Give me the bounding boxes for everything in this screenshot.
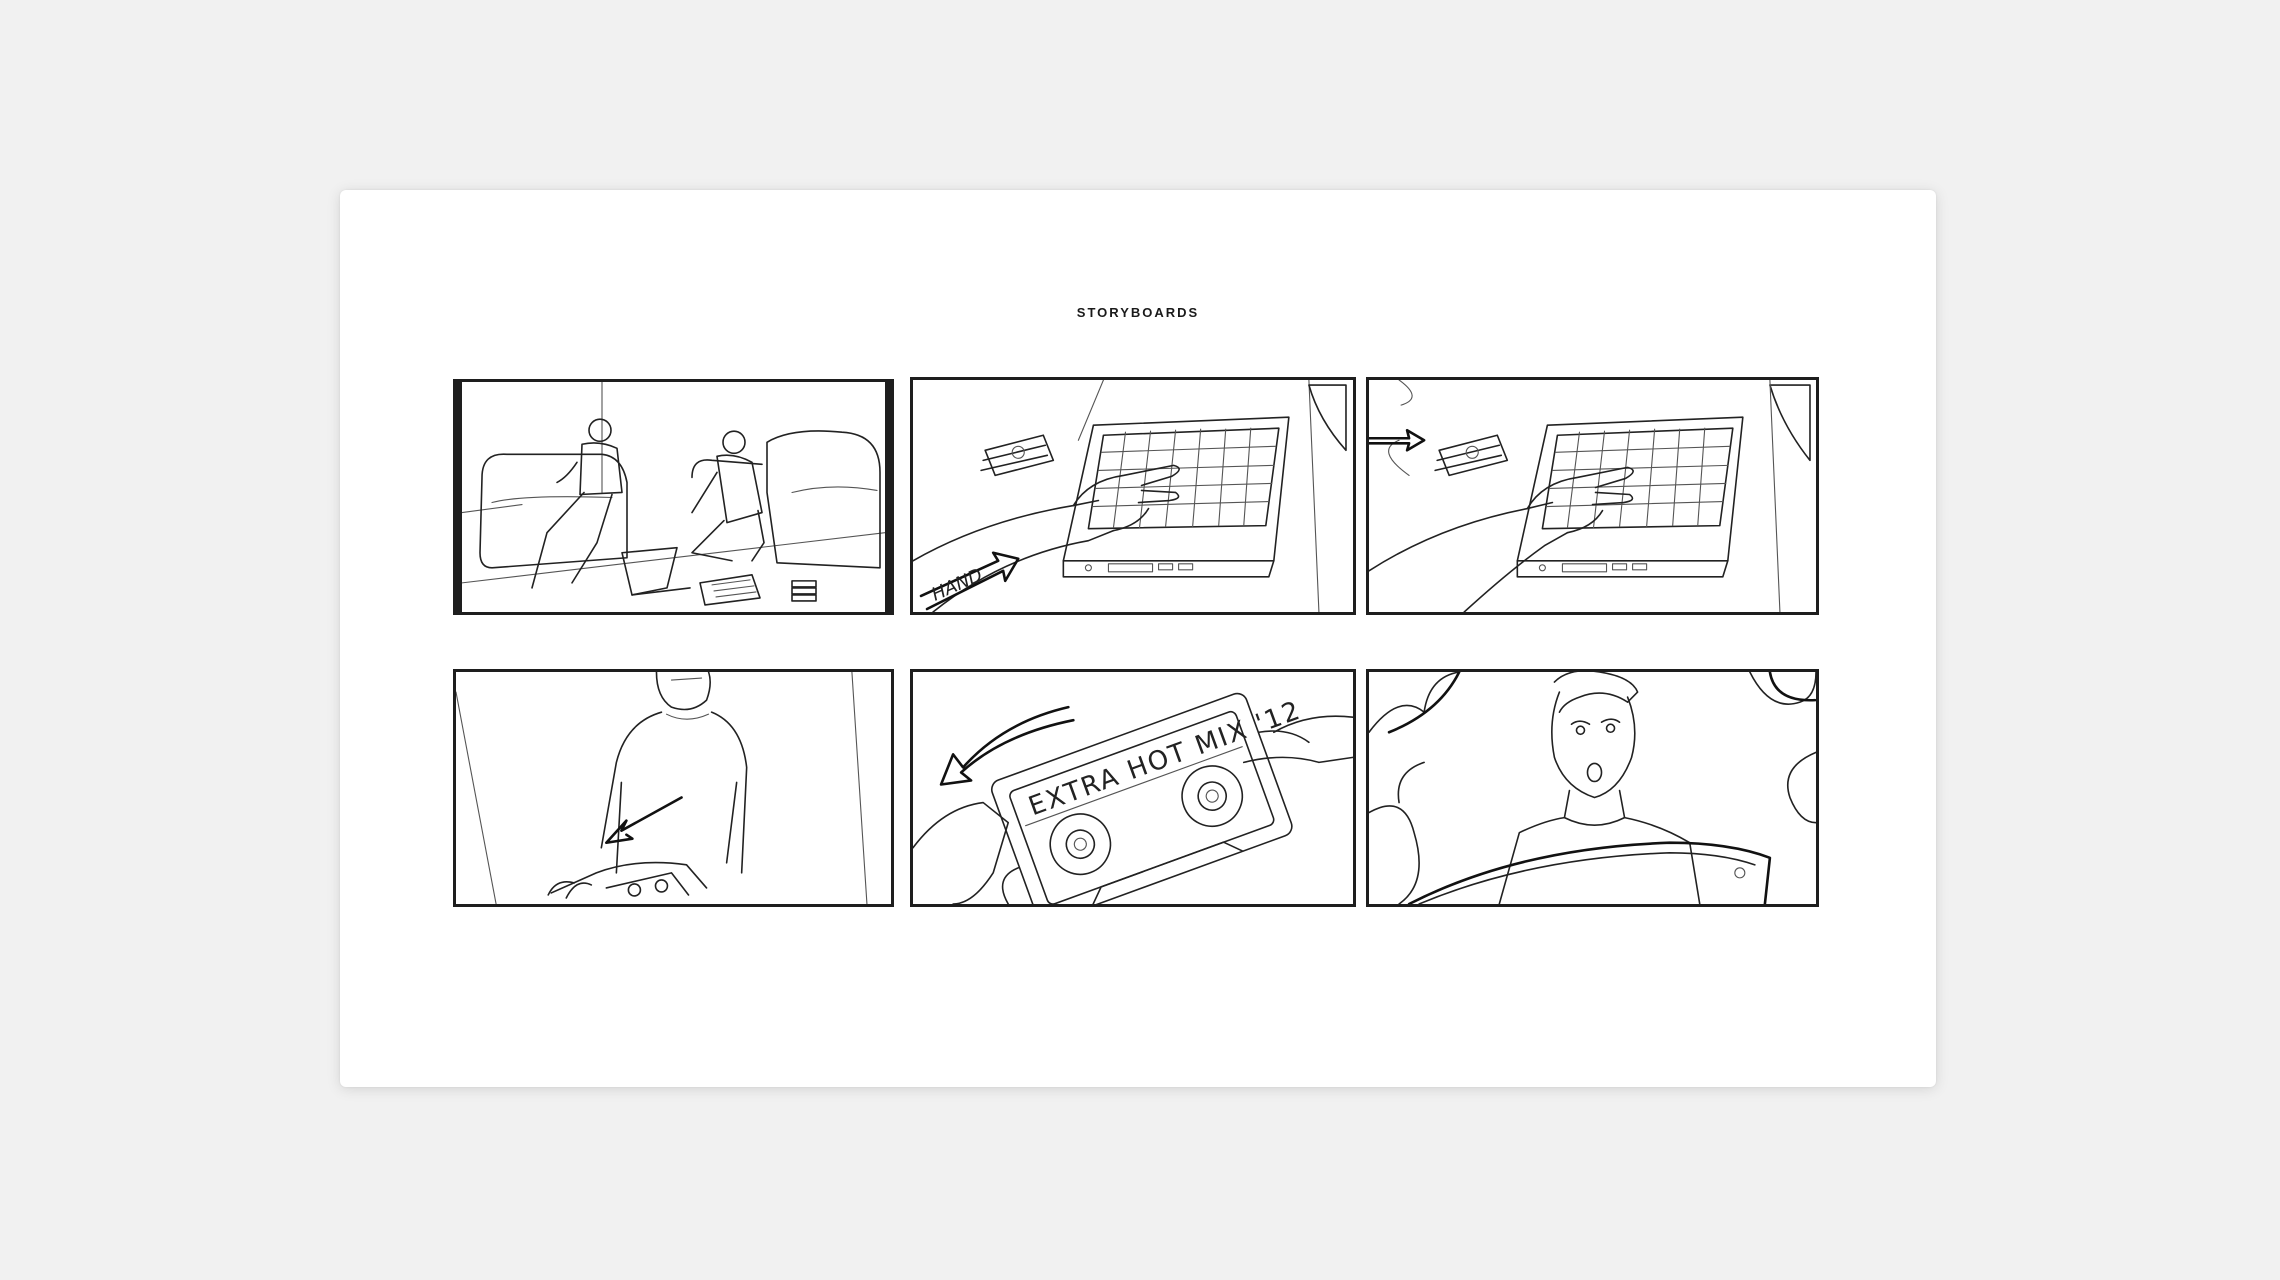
storyboard-panel-4[interactable] [453, 669, 894, 907]
hand-on-pad-icon: HAND [913, 380, 1353, 612]
storyboard-card: STORYBOARDS HAND EXTRA HOT MIX '12 [340, 190, 1936, 1087]
storyboard-panel-2[interactable]: HAND [910, 377, 1356, 615]
storyboard-panel-6[interactable] [1366, 669, 1819, 907]
hand-on-pad-icon-2 [1369, 380, 1816, 612]
living-room-scene-icon [462, 382, 885, 612]
hand-label: HAND [929, 565, 986, 606]
page-title: STORYBOARDS [1076, 305, 1200, 320]
storyboard-panel-1[interactable] [453, 379, 894, 615]
storyboard-panel-3[interactable] [1366, 377, 1819, 615]
storyboard-panel-5[interactable]: EXTRA HOT MIX '12 [910, 669, 1356, 907]
cassette-tape-icon: EXTRA HOT MIX '12 [913, 672, 1353, 904]
person-holding-tape-icon [456, 672, 891, 904]
surprised-face-icon [1369, 672, 1816, 904]
